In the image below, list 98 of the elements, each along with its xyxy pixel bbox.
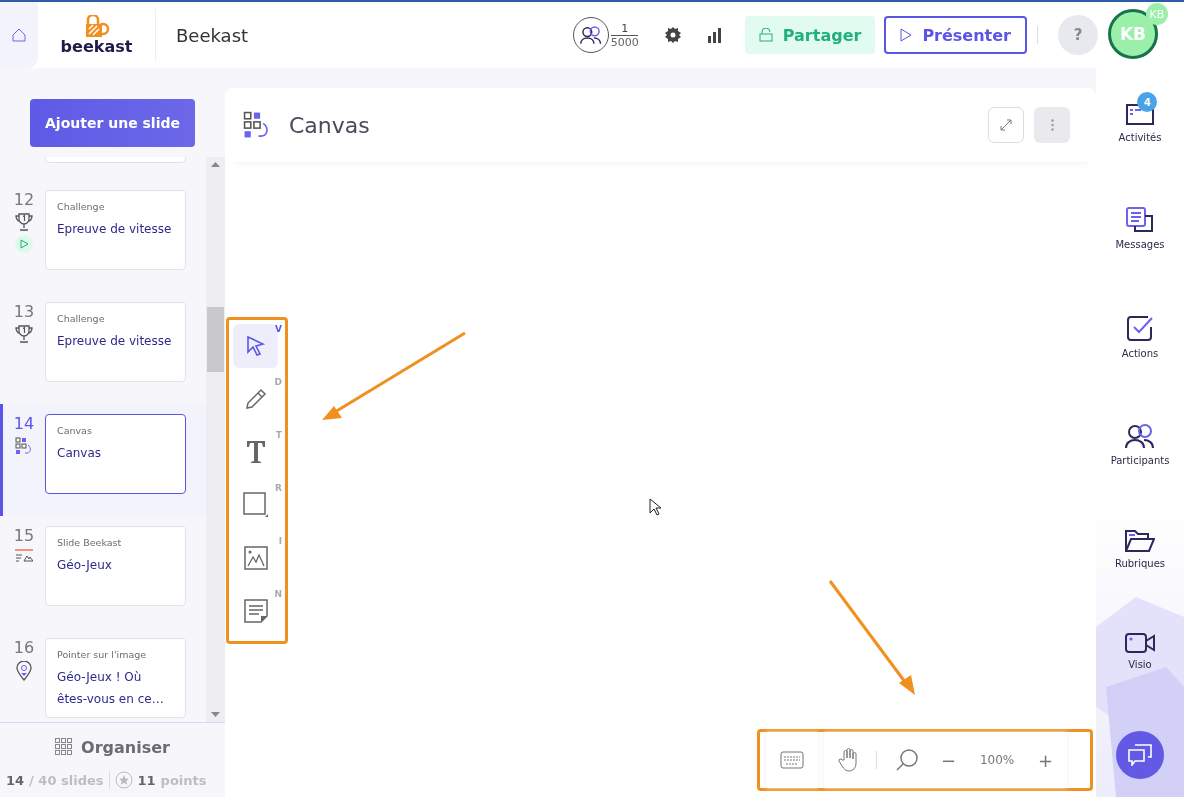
shortcut-key: R (275, 483, 282, 493)
presentation-title: Beekast (176, 24, 250, 46)
scroll-up-icon[interactable] (211, 161, 220, 167)
shortcut-key: T (275, 430, 282, 440)
text-tool-icon (245, 440, 266, 464)
grid-icon (55, 738, 74, 756)
rail-label: Activités (1118, 132, 1162, 143)
rail-button[interactable]: Messages (1115, 197, 1165, 250)
shortcut-key: N (274, 589, 282, 599)
slide-title: Epreuve de vitesse (57, 221, 173, 238)
add-slide-button[interactable]: Ajouter une slide (30, 99, 195, 147)
slide-title: Géo-Jeux (57, 557, 113, 574)
hand-icon (838, 748, 858, 772)
slide-number: 16 (13, 638, 35, 657)
shortcut-key: D (274, 377, 282, 387)
canvas-icon (243, 110, 271, 140)
canvas-icon (15, 437, 33, 455)
folder-icon (1125, 530, 1155, 552)
bar-chart-icon (706, 27, 723, 43)
points-count: 11 (137, 772, 156, 788)
slide-card[interactable]: Challenge Epreuve de vitesse (45, 190, 186, 270)
rail-label: Actions (1121, 348, 1159, 359)
slide-type: Challenge (57, 201, 106, 212)
rail-button[interactable]: Rubriques (1114, 520, 1166, 569)
slide-title: Géo-Jeux ! Où êtes-vous en ce… (57, 669, 165, 708)
mouse-pointer-icon (649, 498, 661, 516)
note-icon (243, 599, 268, 623)
avatar-badge: KB (1146, 3, 1168, 25)
slide-number: 13 (13, 302, 35, 321)
rail-button[interactable]: Actions (1121, 304, 1159, 359)
slide-card[interactable]: Slide Beekast Géo-Jeux (45, 526, 186, 606)
expand-icon (1000, 119, 1012, 131)
points-label: points (160, 772, 207, 788)
participant-count: 1 (611, 21, 639, 36)
slide-heading: Canvas (289, 112, 371, 138)
fullscreen-button[interactable] (988, 107, 1024, 143)
trophy-icon (15, 325, 33, 343)
trophy-icon (15, 213, 33, 231)
rail-button[interactable]: Participants (1110, 413, 1170, 466)
slide-item[interactable]: 12 Challenge Epreuve de vitesse (0, 180, 206, 292)
search-icon (895, 748, 919, 772)
slide-type: Canvas (57, 425, 93, 436)
slide-number: 12 (13, 190, 35, 209)
checkbox-icon (1126, 314, 1154, 342)
play-icon (900, 28, 913, 42)
scroll-down-icon[interactable] (211, 712, 220, 718)
participant-limit: 5000 (610, 35, 639, 49)
people-icon (1125, 423, 1155, 449)
slide-title: Canvas (57, 445, 103, 462)
slide-card[interactable]: Canvas Canvas (45, 414, 186, 494)
slide-item[interactable]: 13 Challenge Epreuve de vitesse (0, 292, 206, 404)
organise-button[interactable]: Organiser (0, 723, 225, 771)
shortcut-key: V (275, 324, 282, 334)
slide-card[interactable]: Challenge Epreuve de vitesse (45, 302, 186, 382)
settings-icon (664, 27, 681, 43)
present-button[interactable]: Présenter (884, 16, 1027, 54)
slide-item[interactable]: 14 Canvas Canvas (0, 404, 206, 516)
slide-number: 14 (13, 414, 35, 433)
count-badge: 4 (1137, 92, 1158, 112)
video-camera-icon (1125, 633, 1155, 653)
rail-button[interactable]: Visio (1125, 623, 1155, 670)
slide-title: Epreuve de vitesse (57, 333, 173, 350)
more-vertical-icon (1050, 119, 1054, 131)
slide-number: 15 (13, 526, 35, 545)
home-button[interactable] (0, 2, 38, 68)
image-icon (243, 546, 268, 570)
slide-type: Slide Beekast (57, 537, 123, 548)
zoom-in-button[interactable]: + (1034, 745, 1058, 775)
people-icon (579, 25, 602, 45)
slide-item[interactable]: 16 Pointer sur l'image Géo-Jeux ! Où êtes-vous en ce… (0, 628, 206, 722)
rail-button[interactable]: 4 Activités (1118, 92, 1162, 143)
messages-icon (1126, 207, 1154, 233)
pencil-icon (243, 387, 268, 411)
keyboard-icon (780, 751, 804, 769)
lock-icon (758, 28, 773, 42)
star-circle-icon (114, 771, 133, 789)
current-slide-number: 14 (6, 772, 25, 788)
home-icon (12, 28, 26, 42)
heart-lock-logo-icon (83, 15, 110, 39)
rail-label: Visio (1128, 659, 1152, 670)
slide-total: / 40 slides (29, 772, 104, 788)
cursor-icon (245, 335, 266, 357)
slide-type: Pointer sur l'image (57, 649, 148, 660)
zoom-level: 100% (978, 753, 1016, 767)
zoom-out-button[interactable]: − (937, 745, 961, 775)
rail-label: Participants (1110, 455, 1170, 466)
map-pin-icon (16, 661, 32, 681)
slide-card[interactable]: Pointer sur l'image Géo-Jeux ! Où êtes-vous en ce… (45, 638, 186, 718)
rail-label: Messages (1115, 239, 1165, 250)
shortcut-key: I (278, 536, 282, 546)
rail-label: Rubriques (1114, 558, 1166, 569)
slide-type: Challenge (57, 313, 106, 324)
scrollbar-thumb[interactable] (207, 307, 224, 372)
slide-layout-icon (15, 549, 33, 563)
chat-icon (1128, 744, 1152, 766)
rectangle-icon (242, 492, 269, 518)
logo-text: beekast (60, 39, 133, 55)
slide-item[interactable]: 15 Slide Beekast Géo-Jeux (0, 516, 206, 628)
